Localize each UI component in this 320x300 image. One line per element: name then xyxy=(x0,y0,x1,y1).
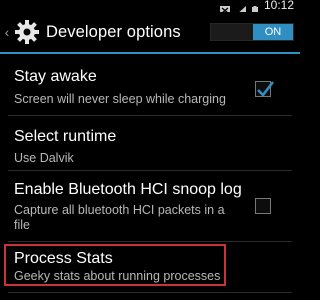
bluetooth-hci-checkbox[interactable] xyxy=(255,198,271,214)
page-title: Developer options xyxy=(46,22,181,41)
item-summary-line-1: Capture all bluetooth HCI packets in a xyxy=(14,203,225,217)
item-title: Stay awake xyxy=(14,68,97,85)
list-divider xyxy=(8,292,292,293)
highlight-annotation-box xyxy=(4,244,226,286)
developer-options-toggle[interactable]: ON xyxy=(210,23,294,41)
item-title: Select runtime xyxy=(14,128,117,145)
list-item-bluetooth-hci-snoop[interactable]: Enable Bluetooth HCI snoop log Capture a… xyxy=(0,171,300,241)
settings-gear-icon[interactable] xyxy=(14,19,40,45)
back-chevron-icon[interactable]: ‹ xyxy=(2,12,12,52)
checkmark-icon xyxy=(257,81,275,97)
action-bar: ‹ Developer options ON xyxy=(0,12,300,52)
item-summary-line-2: file xyxy=(14,218,30,232)
status-bar: 10:12 xyxy=(0,0,300,15)
item-title: Enable Bluetooth HCI snoop log xyxy=(14,181,242,198)
stay-awake-checkbox[interactable] xyxy=(255,81,275,97)
battery-icon xyxy=(251,2,258,15)
item-summary: Use Dalvik xyxy=(14,151,74,165)
status-time: 10:12 xyxy=(263,0,294,12)
toggle-on-label: ON xyxy=(253,24,293,40)
signal-icon xyxy=(235,2,246,15)
list-item-select-runtime[interactable]: Select runtime Use Dalvik xyxy=(0,116,300,169)
item-summary: Screen will never sleep while charging xyxy=(14,92,226,106)
list-item-stay-awake[interactable]: Stay awake Screen will never sleep while… xyxy=(0,54,300,112)
notification-mute-icon xyxy=(219,2,230,15)
